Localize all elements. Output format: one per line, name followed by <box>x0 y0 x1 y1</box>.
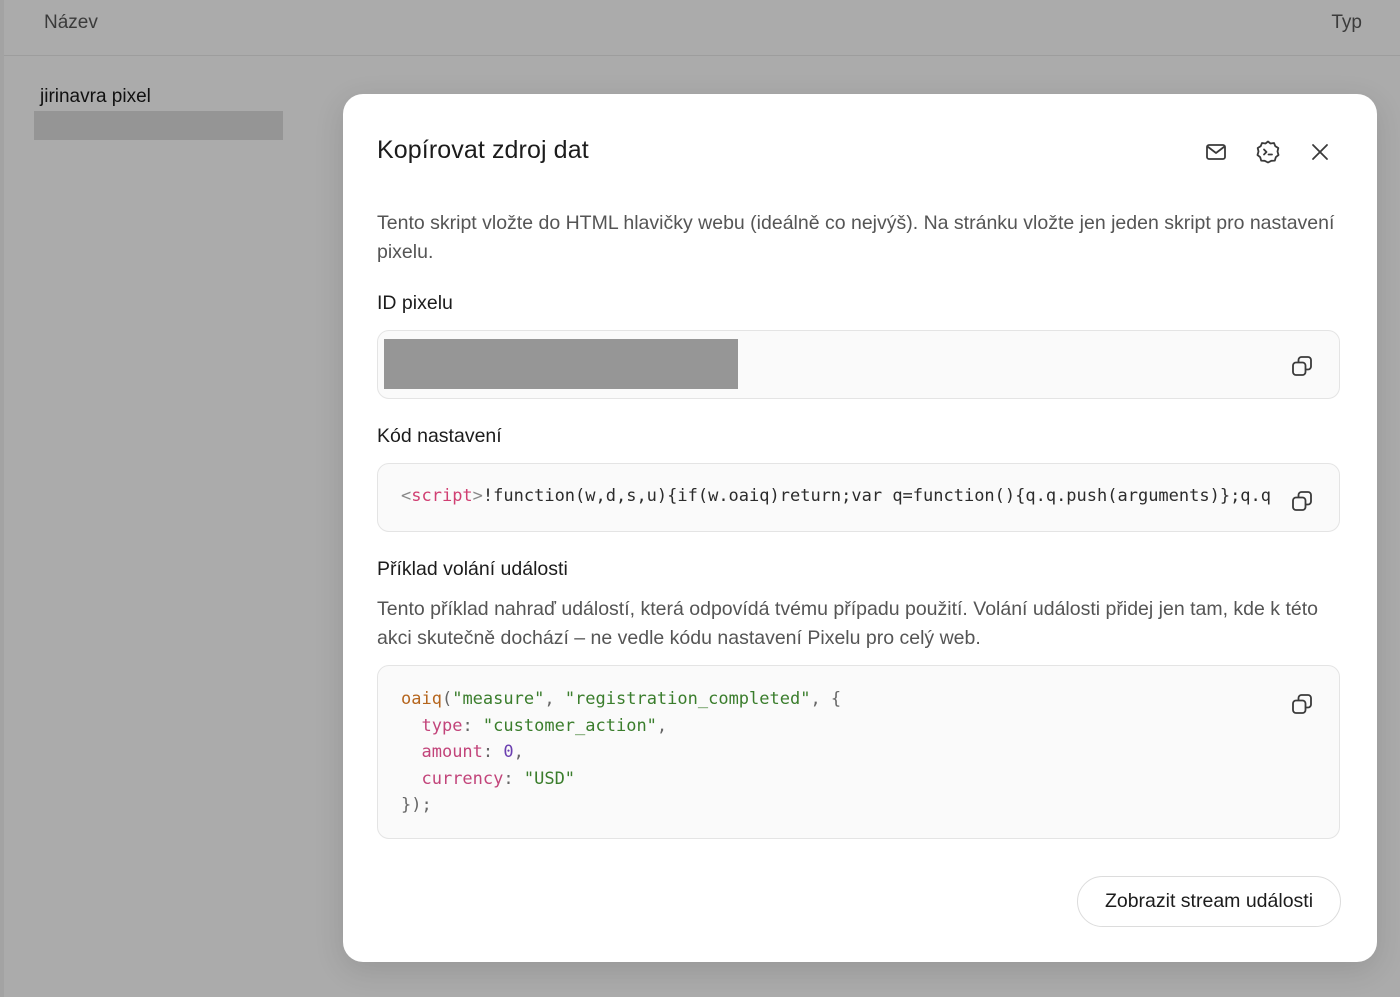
pixel-id-field[interactable] <box>377 330 1340 399</box>
show-event-stream-button[interactable]: Zobrazit stream události <box>1077 876 1341 927</box>
copy-icon[interactable] <box>1289 488 1315 514</box>
mail-icon[interactable] <box>1202 138 1230 166</box>
setup-code-label: Kód nastavení <box>377 425 502 447</box>
event-example-code: oaiq("measure", "registration_completed"… <box>401 689 842 815</box>
copy-icon[interactable] <box>1289 691 1315 717</box>
redacted-block <box>34 111 283 140</box>
copy-data-source-dialog: Kopírovat zdroj dat Tento skript vložte … <box>343 94 1377 962</box>
pixel-id-label: ID pixelu <box>377 292 453 314</box>
intro-text: Tento skript vložte do HTML hlavičky web… <box>377 212 1335 263</box>
close-icon[interactable] <box>1306 138 1334 166</box>
bot-icon[interactable] <box>1254 138 1282 166</box>
event-example-field[interactable]: oaiq("measure", "registration_completed"… <box>377 665 1340 839</box>
dialog-title: Kopírovat zdroj dat <box>377 136 589 164</box>
setup-code-snippet: <script>!function(w,d,s,u){if(w.oaiq)ret… <box>401 486 1272 506</box>
copy-icon[interactable] <box>1289 353 1315 379</box>
table-header: Název Typ <box>4 0 1400 56</box>
event-description: Tento příklad nahraď událostí, která odp… <box>377 598 1318 649</box>
column-header-name[interactable]: Název <box>44 12 98 34</box>
table-row-name[interactable]: jirinavra pixel <box>40 86 151 108</box>
event-example-label: Příklad volání události <box>377 558 568 580</box>
left-border <box>0 0 4 997</box>
redacted-pixel-id <box>384 339 738 389</box>
column-header-type[interactable]: Typ <box>1331 12 1362 34</box>
setup-code-field[interactable]: <script>!function(w,d,s,u){if(w.oaiq)ret… <box>377 463 1340 532</box>
